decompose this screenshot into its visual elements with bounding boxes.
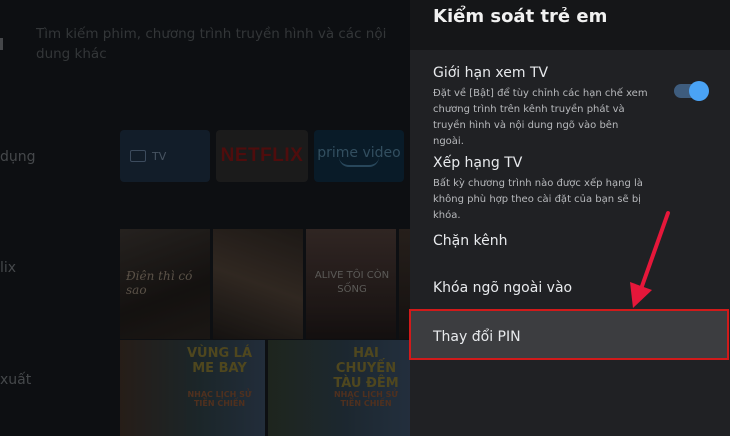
netflix-app-tile[interactable]: NETFLIX: [216, 130, 308, 182]
thumbnail-subtitle: NHẠC LỊCH SỬ TIỀN CHIẾN: [333, 390, 399, 408]
menu-item-title: Khóa ngõ ngoài vào: [433, 280, 573, 296]
sidebar-item-apps[interactable]: dụng: [0, 149, 36, 165]
prime-smile-icon: [339, 157, 379, 167]
content-thumbnail[interactable]: Điên thì có sao: [120, 229, 210, 339]
focus-indicator: [0, 38, 3, 50]
content-thumbnail[interactable]: HAI CHUYẾN TÀU ĐÊM NHẠC LỊCH SỬ TIỀN CHI…: [268, 340, 410, 436]
thumbnail-caption: Điên thì có sao: [126, 269, 193, 297]
menu-item-description: Đặt về [Bật] để tùy chỉnh các hạn chế xe…: [433, 88, 648, 147]
sidebar-item-featured[interactable]: xuất: [0, 372, 31, 388]
content-row-1: Điên thì có sao ALIVE TÔI CÒN SỐNG: [120, 229, 410, 339]
parental-controls-panel: Kiểm soát trẻ em Giới hạn xem TV Đặt về …: [410, 0, 730, 436]
search-hint[interactable]: Tìm kiếm phim, chương trình truyền hình …: [36, 24, 396, 64]
menu-item-title: Giới hạn xem TV: [433, 65, 549, 81]
menu-item-title: Xếp hạng TV: [433, 155, 523, 171]
menu-item-title: Chặn kênh: [433, 233, 508, 249]
tv-icon: [130, 150, 146, 162]
sidebar-item-netflix[interactable]: lix: [0, 260, 16, 276]
tv-home-background: Tìm kiếm phim, chương trình truyền hình …: [0, 0, 410, 436]
tv-limit-toggle[interactable]: [674, 81, 709, 101]
content-thumbnail[interactable]: VÙNG LÁ ME BAY NHẠC LỊCH SỬ TIỀN CHIẾN: [120, 340, 265, 436]
content-thumbnail[interactable]: [213, 229, 303, 339]
menu-item-description: Bất kỳ chương trình nào được xếp hạng là…: [433, 178, 643, 221]
menu-item-title: Thay đổi PIN: [433, 329, 521, 345]
menu-item-tv-viewing-limit[interactable]: Giới hạn xem TV Đặt về [Bật] để tùy chỉn…: [410, 64, 730, 150]
tv-app-tile[interactable]: TV: [120, 130, 210, 182]
netflix-logo: NETFLIX: [220, 145, 304, 166]
thumbnail-caption: ALIVE TÔI CÒN SỐNG: [314, 270, 390, 295]
menu-item-lock-inputs[interactable]: Khóa ngõ ngoài vào: [410, 279, 730, 297]
menu-item-tv-ratings[interactable]: Xếp hạng TV Bất kỳ chương trình nào được…: [410, 154, 730, 224]
thumbnail-subtitle: NHẠC LỊCH SỬ TIỀN CHIẾN: [187, 390, 252, 408]
thumbnail-title: VÙNG LÁ ME BAY: [186, 346, 253, 376]
toggle-knob: [689, 81, 709, 101]
panel-header: Kiểm soát trẻ em: [410, 0, 730, 50]
menu-item-change-pin[interactable]: Thay đổi PIN: [409, 309, 729, 360]
content-row-2: VÙNG LÁ ME BAY NHẠC LỊCH SỬ TIỀN CHIẾN H…: [120, 340, 410, 436]
content-thumbnail[interactable]: ALIVE TÔI CÒN SỐNG: [306, 229, 396, 339]
menu-item-block-channels[interactable]: Chặn kênh: [410, 232, 730, 250]
thumbnail-title: HAI CHUYẾN TÀU ĐÊM: [333, 346, 399, 391]
prime-video-app-tile[interactable]: prime video: [314, 130, 404, 182]
panel-title: Kiểm soát trẻ em: [433, 6, 608, 27]
tv-app-label: TV: [152, 149, 167, 163]
apps-row: TV NETFLIX prime video: [120, 130, 410, 182]
